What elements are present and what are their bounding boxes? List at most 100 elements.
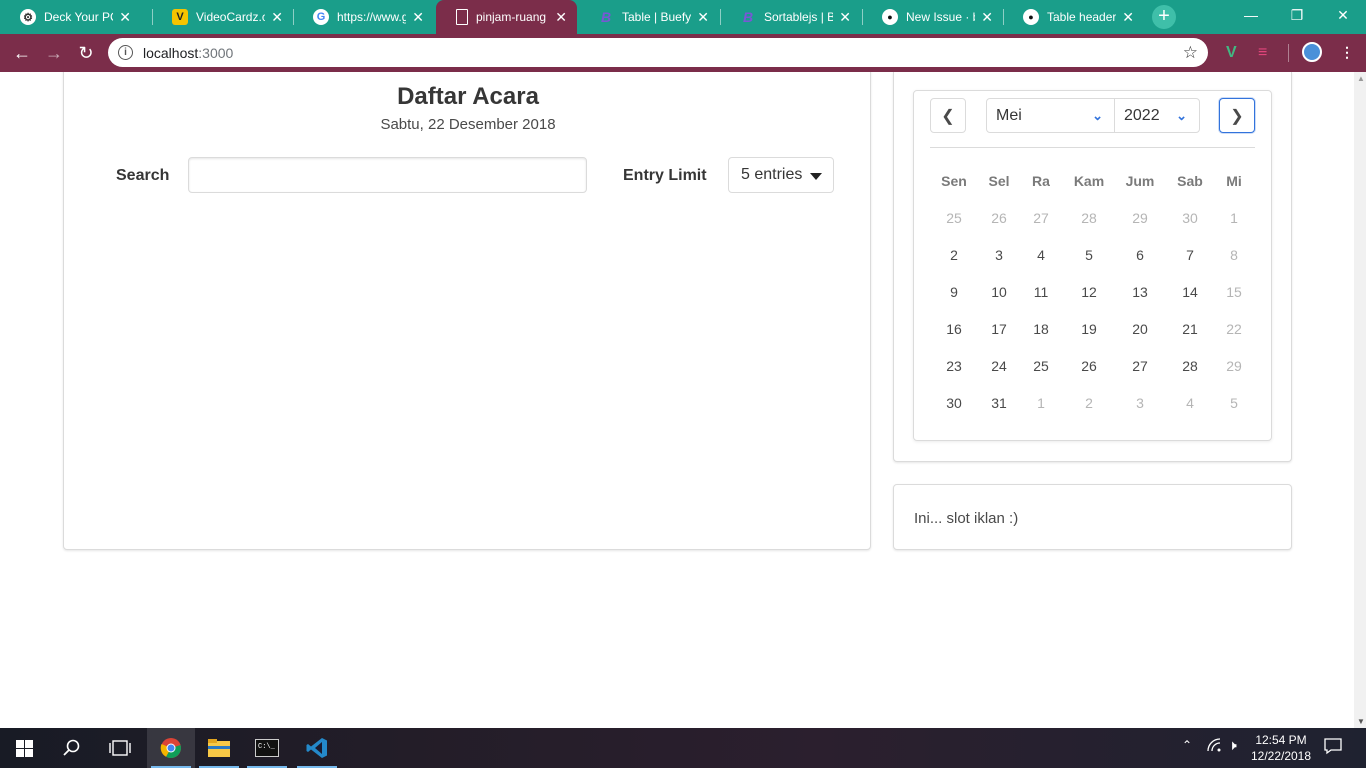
calendar-day[interactable]: 5 [1216, 395, 1252, 411]
calendar-day[interactable]: 3 [981, 247, 1017, 263]
calendar-day[interactable]: 13 [1122, 284, 1158, 300]
forward-button[interactable]: → [42, 41, 66, 65]
calendar-day[interactable]: 24 [981, 358, 1017, 374]
terminal-icon[interactable]: C:\_ [243, 728, 291, 768]
buefy-icon: B [742, 9, 754, 25]
calendar-day[interactable]: 3 [1122, 395, 1158, 411]
calendar-day[interactable]: 25 [936, 210, 972, 226]
volume-icon[interactable]: 🕨 [1228, 737, 1237, 754]
vue-devtools-icon[interactable]: V [1226, 44, 1237, 62]
calendar-day[interactable]: 4 [1172, 395, 1208, 411]
calendar-day[interactable]: 2 [1071, 395, 1107, 411]
system-clock[interactable]: 12:54 PM 12/22/2018 [1246, 732, 1316, 764]
browser-tab[interactable]: B Sortablejs | Bu ✕ [720, 0, 861, 34]
scroll-down-icon[interactable]: ▼ [1357, 717, 1365, 726]
close-tab-icon[interactable]: ✕ [839, 9, 851, 26]
calendar-day[interactable]: 26 [1071, 358, 1107, 374]
close-window-button[interactable]: ✕ [1320, 0, 1366, 30]
calendar-day[interactable]: 17 [981, 321, 1017, 337]
close-tab-icon[interactable]: ✕ [1122, 9, 1134, 26]
calendar-day[interactable]: 5 [1071, 247, 1107, 263]
browser-tab[interactable]: ● New Issue · bu ✕ [862, 0, 1003, 34]
calendar-day[interactable]: 7 [1172, 247, 1208, 263]
page-scrollbar[interactable]: ▲ ▼ [1354, 72, 1366, 728]
calendar-day[interactable]: 12 [1071, 284, 1107, 300]
search-input[interactable] [188, 157, 587, 193]
close-tab-icon[interactable]: ✕ [555, 9, 567, 26]
calendar-day[interactable]: 27 [1122, 358, 1158, 374]
bookmark-star-icon[interactable]: ☆ [1183, 43, 1198, 63]
calendar-day[interactable]: 30 [1172, 210, 1208, 226]
calendar-day[interactable]: 1 [1023, 395, 1059, 411]
prev-month-button[interactable]: ❮ [930, 98, 966, 133]
show-hidden-icons[interactable]: ⌃ [1182, 738, 1192, 752]
weekday-header: Mi [1226, 173, 1242, 189]
search-icon[interactable] [48, 728, 96, 768]
minimize-button[interactable]: — [1228, 0, 1274, 30]
browser-tab[interactable]: ● Table header d ✕ [1003, 0, 1144, 34]
calendar-day[interactable]: 25 [1023, 358, 1059, 374]
reload-button[interactable]: ↻ [74, 41, 98, 65]
calendar-day[interactable]: 31 [981, 395, 1017, 411]
browser-tab[interactable]: Ghttps://www.g ✕ [293, 0, 434, 34]
chrome-taskbar-icon[interactable] [147, 728, 195, 768]
site-info-icon[interactable]: i [118, 45, 133, 60]
calendar-day[interactable]: 2 [936, 247, 972, 263]
close-tab-icon[interactable]: ✕ [271, 9, 283, 26]
next-month-button[interactable]: ❯ [1219, 98, 1255, 133]
browser-tab[interactable]: V VideoCardz.co ✕ [152, 0, 293, 34]
profile-avatar[interactable] [1302, 42, 1322, 62]
vscode-icon[interactable] [293, 728, 341, 768]
calendar-day[interactable]: 14 [1172, 284, 1208, 300]
calendar-day[interactable]: 6 [1122, 247, 1158, 263]
calendar-day[interactable]: 8 [1216, 247, 1252, 263]
calendar-day[interactable]: 9 [936, 284, 972, 300]
network-icon[interactable] [1207, 738, 1221, 755]
calendar-day[interactable]: 29 [1122, 210, 1158, 226]
address-bar[interactable]: i localhost:3000 ☆ [108, 38, 1208, 67]
menu-icon[interactable]: ⋮ [1340, 44, 1354, 61]
calendar-day[interactable]: 18 [1023, 321, 1059, 337]
calendar-day[interactable]: 19 [1071, 321, 1107, 337]
task-view-icon[interactable] [96, 728, 144, 768]
chevron-right-icon: ❯ [1230, 107, 1244, 125]
calendar-day[interactable]: 10 [981, 284, 1017, 300]
close-tab-icon[interactable]: ✕ [412, 9, 424, 26]
new-tab-button[interactable]: + [1152, 5, 1176, 29]
scroll-up-icon[interactable]: ▲ [1357, 74, 1365, 83]
year-select[interactable]: 2022 ⌄ [1114, 98, 1200, 133]
calendar-day[interactable]: 29 [1216, 358, 1252, 374]
month-select[interactable]: Mei ⌄ [986, 98, 1116, 133]
calendar-day[interactable]: 23 [936, 358, 972, 374]
calendar-day[interactable]: 4 [1023, 247, 1059, 263]
calendar-day[interactable]: 1 [1216, 210, 1252, 226]
calendar-day[interactable]: 15 [1216, 284, 1252, 300]
calendar-day[interactable]: 28 [1172, 358, 1208, 374]
entry-limit-select[interactable]: 5 entries [728, 157, 834, 193]
calendar-day[interactable]: 26 [981, 210, 1017, 226]
tab-title: Table | Buefy [622, 10, 692, 24]
browser-tab[interactable]: ⚙ Deck Your PC W ✕ [0, 0, 141, 34]
browser-tab[interactable]: pinjam-ruang ✕ [436, 0, 577, 34]
calendar-day[interactable]: 27 [1023, 210, 1059, 226]
calendar-day[interactable]: 21 [1172, 321, 1208, 337]
close-tab-icon[interactable]: ✕ [697, 9, 709, 26]
calendar-day[interactable]: 30 [936, 395, 972, 411]
restore-button[interactable]: ❐ [1274, 0, 1320, 30]
file-explorer-icon[interactable] [195, 728, 243, 768]
close-tab-icon[interactable]: ✕ [119, 9, 131, 26]
calendar-day[interactable]: 28 [1071, 210, 1107, 226]
browser-tab[interactable]: B Table | Buefy ✕ [578, 0, 719, 34]
close-tab-icon[interactable]: ✕ [981, 9, 993, 26]
action-center-icon[interactable] [1324, 737, 1342, 758]
calendar-day[interactable]: 20 [1122, 321, 1158, 337]
tab-separator [293, 9, 294, 25]
calendar-day[interactable]: 11 [1023, 284, 1059, 300]
back-button[interactable]: ← [10, 41, 34, 65]
calendar-day[interactable]: 22 [1216, 321, 1252, 337]
weekday-header: Kam [1073, 173, 1105, 189]
windows-start-icon[interactable] [0, 728, 48, 768]
extension-icon[interactable]: ≡ [1258, 44, 1267, 62]
svg-text:C:\_: C:\_ [258, 743, 276, 751]
calendar-day[interactable]: 16 [936, 321, 972, 337]
